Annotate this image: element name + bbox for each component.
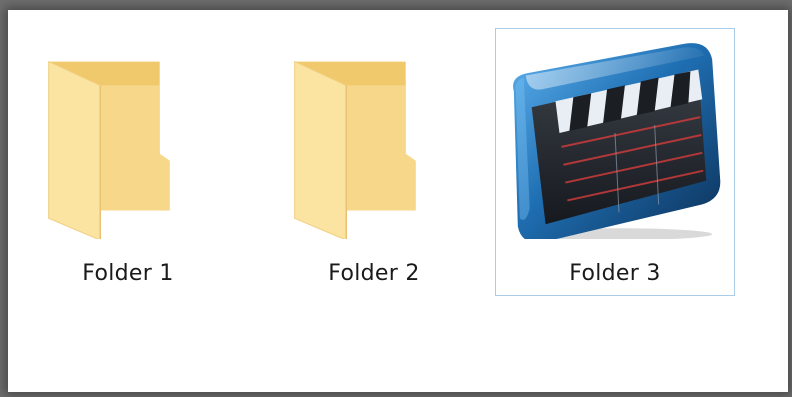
explorer-file-view: Folder 1 Folder 2 Folder 3	[8, 10, 788, 392]
folder-icon	[294, 60, 416, 239]
folder-icon	[48, 60, 170, 239]
folder-label: Folder 1	[82, 261, 174, 286]
folder-item-1[interactable]: Folder 1	[8, 28, 248, 296]
folder-item-3[interactable]: Folder 3	[495, 28, 735, 296]
folder-item-2[interactable]: Folder 2	[254, 28, 494, 296]
clapperboard-folder-icon	[513, 43, 721, 239]
folder-label: Folder 3	[569, 261, 661, 286]
folder-label: Folder 2	[328, 261, 420, 286]
